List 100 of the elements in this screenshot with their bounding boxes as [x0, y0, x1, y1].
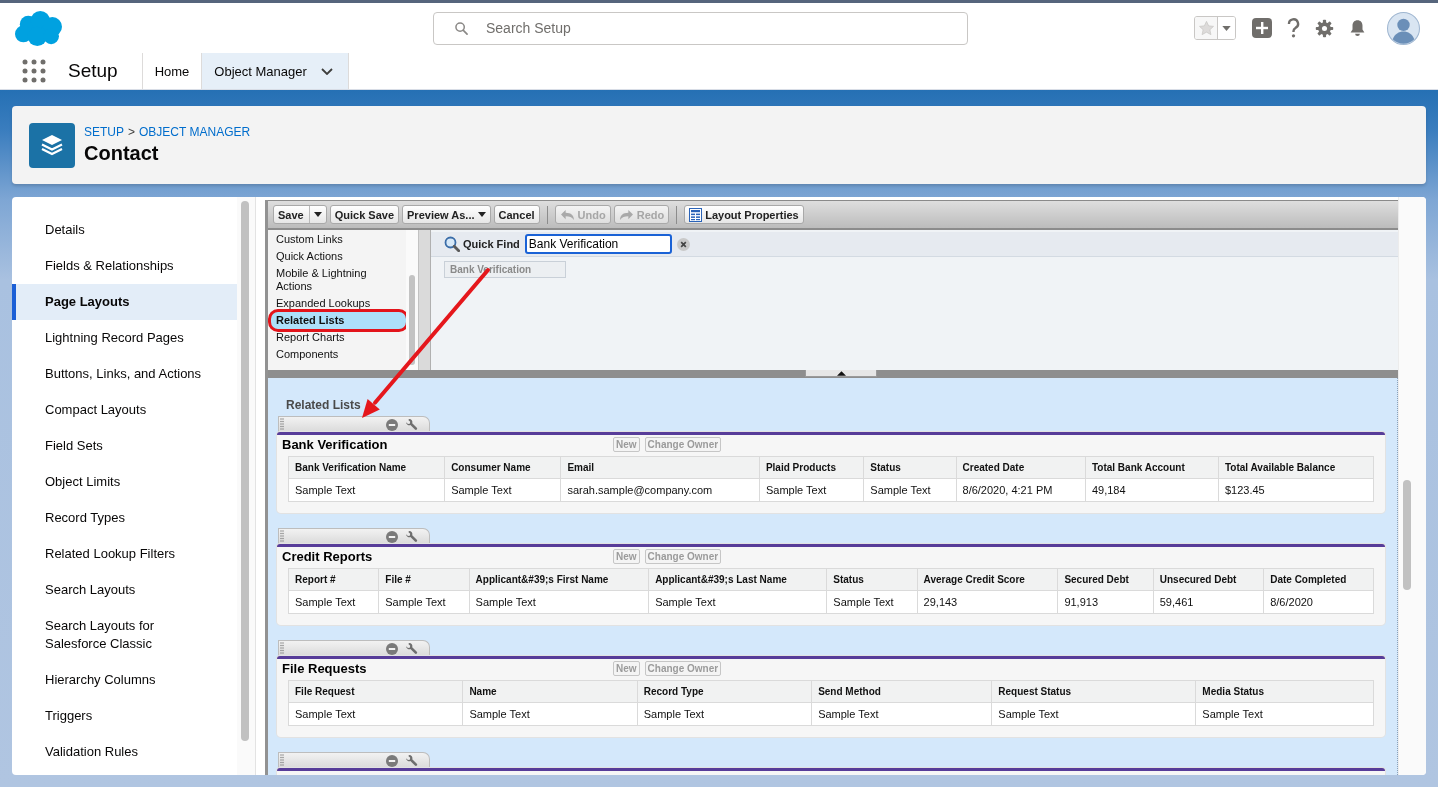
palette-category[interactable]: Report Charts: [270, 329, 406, 346]
table-cell: 59,461: [1153, 590, 1264, 614]
table-cell: Sample Text: [462, 702, 638, 726]
table-cell: Sample Text: [469, 590, 649, 614]
column-header: Created Date: [956, 456, 1086, 479]
undo-icon: [559, 208, 575, 221]
panel-splitter[interactable]: [418, 230, 431, 370]
column-header: Request Status: [991, 680, 1196, 703]
column-header: Plaid Products: [759, 456, 864, 479]
column-header: Status: [826, 568, 918, 591]
breadcrumb-link[interactable]: OBJECT MANAGER: [139, 125, 251, 139]
section-handle[interactable]: [278, 528, 430, 544]
wrench-icon[interactable]: [405, 418, 418, 431]
section-handle[interactable]: [278, 752, 430, 768]
caret-icon: [1222, 25, 1231, 31]
resize-handle[interactable]: [805, 370, 877, 377]
wrench-icon[interactable]: [405, 754, 418, 767]
palette-category[interactable]: Components: [270, 346, 406, 363]
help-icon[interactable]: [1286, 18, 1301, 38]
properties-icon: [689, 207, 703, 222]
column-header: Send Method: [811, 680, 992, 703]
column-header: Report #: [288, 568, 379, 591]
search-icon: [444, 236, 460, 252]
star-icon: [1198, 21, 1214, 35]
sidebar-item[interactable]: Triggers: [12, 698, 237, 734]
toolbar-button[interactable]: Cancel: [493, 205, 540, 224]
scrollbar-thumb[interactable]: [241, 201, 249, 741]
sidebar-item[interactable]: Compact Layouts: [12, 392, 237, 428]
search-icon: [455, 21, 468, 35]
palette-category[interactable]: Quick Actions: [270, 248, 406, 265]
caret-icon: [477, 212, 486, 217]
table-cell: Sample Text: [1195, 702, 1374, 726]
app-name: Setup: [68, 60, 118, 82]
column-header: Secured Debt: [1057, 568, 1154, 591]
column-header: Email: [560, 456, 760, 479]
clear-icon[interactable]: [676, 237, 690, 251]
table-cell: Sample Text: [444, 478, 561, 502]
sidebar-item[interactable]: Search Layouts: [12, 572, 237, 608]
palette-category[interactable]: Related Lists: [270, 312, 406, 329]
breadcrumb-link[interactable]: SETUP: [84, 125, 124, 139]
column-header: Bank Verification Name: [288, 456, 445, 479]
palette-category[interactable]: Expanded Lookups: [270, 295, 406, 312]
table-cell: 8/6/2020: [1263, 590, 1374, 614]
favorites-button[interactable]: [1194, 16, 1236, 40]
table-cell: 49,184: [1085, 478, 1219, 502]
column-header: Date Completed: [1263, 568, 1374, 591]
sidebar-item[interactable]: Field Sets: [12, 428, 237, 464]
table-cell: Sample Text: [759, 478, 864, 502]
column-header: Consumer Name: [444, 456, 561, 479]
drag-grip-icon: [280, 418, 284, 431]
search-field[interactable]: Search Setup: [433, 11, 968, 45]
scrollbar-thumb[interactable]: [409, 275, 415, 365]
notifications-icon[interactable]: [1348, 18, 1367, 38]
sidebar-item[interactable]: Hierarchy Columns: [12, 662, 237, 698]
related-list-title: Bank Verification: [282, 437, 389, 452]
drag-grip-icon: [280, 642, 284, 655]
avatar-icon[interactable]: [1387, 11, 1420, 45]
toolbar-button[interactable]: Save: [273, 205, 327, 224]
add-icon[interactable]: [1252, 18, 1272, 38]
column-header: Total Bank Account: [1085, 456, 1219, 479]
redo-icon: [618, 208, 634, 221]
wrench-icon[interactable]: [405, 642, 418, 655]
table-cell: 29,143: [917, 590, 1058, 614]
sidebar-item[interactable]: Search Layouts for Salesforce Classic: [12, 608, 237, 662]
chevron-icon[interactable]: [320, 67, 333, 75]
remove-icon[interactable]: [386, 418, 398, 431]
sidebar-item[interactable]: Record Types: [12, 500, 237, 536]
remove-icon[interactable]: [386, 754, 398, 767]
sidebar-item[interactable]: Fields & Relationships: [12, 248, 237, 284]
sidebar-item[interactable]: Page Layouts: [12, 284, 237, 320]
sidebar-item[interactable]: Related Lookup Filters: [12, 536, 237, 572]
quick-find-field[interactable]: Bank Verification: [524, 234, 672, 254]
nav-tab[interactable]: Object Manager: [201, 53, 349, 89]
quick-find-label: Quick Find: [463, 238, 520, 250]
column-header: Applicant&#39;s First Name: [469, 568, 649, 591]
breadcrumb-separator: >: [128, 125, 136, 139]
sidebar-item[interactable]: Buttons, Links, and Actions: [12, 356, 237, 392]
palette-category[interactable]: Mobile & Lightning Actions: [270, 265, 406, 295]
remove-icon[interactable]: [386, 530, 398, 543]
cloud-logo[interactable]: [15, 10, 62, 46]
section-handle[interactable]: [278, 640, 430, 656]
column-header: Unsecured Debt: [1153, 568, 1264, 591]
column-header: Applicant&#39;s Last Name: [648, 568, 827, 591]
table-cell: Sample Text: [288, 478, 445, 502]
settings-icon[interactable]: [1315, 18, 1334, 38]
sidebar-item[interactable]: Object Limits: [12, 464, 237, 500]
toolbar-button[interactable]: Preview As...: [402, 205, 491, 224]
app-launcher-icon[interactable]: [22, 59, 46, 83]
scrollbar-thumb[interactable]: [1403, 480, 1411, 590]
sidebar-item[interactable]: Details: [12, 212, 237, 248]
sidebar-item[interactable]: Validation Rules: [12, 734, 237, 770]
wrench-icon[interactable]: [405, 530, 418, 543]
sidebar-item[interactable]: Lightning Record Pages: [12, 320, 237, 356]
section-handle[interactable]: [278, 416, 430, 432]
toolbar-button[interactable]: Layout Properties: [684, 205, 804, 224]
toolbar-button[interactable]: Quick Save: [329, 205, 400, 224]
remove-icon[interactable]: [386, 642, 398, 655]
section-label: Related Lists: [286, 398, 362, 412]
palette-category[interactable]: Custom Links: [270, 231, 406, 248]
caret-icon[interactable]: [313, 212, 322, 217]
